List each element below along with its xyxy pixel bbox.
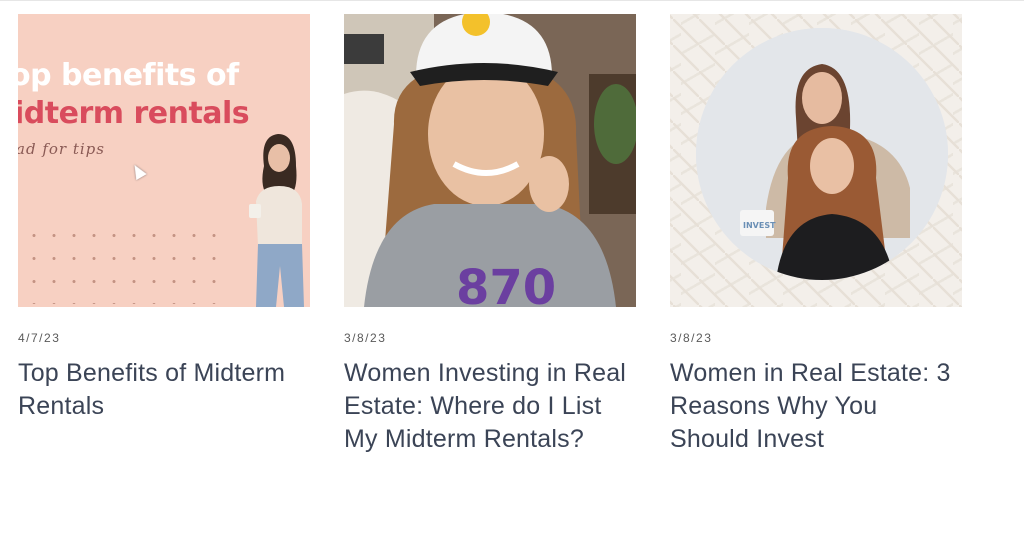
circle-photo-frame: INVEST <box>696 28 948 280</box>
post-thumbnail[interactable]: 870 <box>344 14 636 307</box>
post-date: 3/8/23 <box>670 331 713 345</box>
thumbnail-subtext: ad for tips <box>18 140 105 158</box>
cursor-arrow-icon <box>129 161 147 181</box>
post-date: 3/8/23 <box>344 331 387 345</box>
two-women-photo: INVEST <box>696 28 948 280</box>
blog-post-card[interactable]: op benefits of idterm rentals ad for tip… <box>18 14 310 456</box>
blog-post-grid: op benefits of idterm rentals ad for tip… <box>18 14 962 456</box>
post-title-link[interactable]: Top Benefits of Midterm Rentals <box>18 357 310 423</box>
post-title-link[interactable]: Women Investing in Real Estate: Where do… <box>344 357 636 456</box>
shirt-print: 870 <box>456 260 556 307</box>
blog-post-card[interactable]: 870 3/8/23 Women Investing in Real Estat… <box>344 14 636 456</box>
woman-with-mug-photo <box>249 134 304 307</box>
post-date: 4/7/23 <box>18 331 61 345</box>
post-thumbnail[interactable]: INVEST <box>670 14 962 307</box>
blog-post-card[interactable]: INVEST 3/8/23 Women in Real Estate: 3 Re… <box>670 14 962 456</box>
thumbnail-headline-line2: idterm rentals <box>18 96 250 131</box>
woman-in-cap-photo: 870 <box>344 14 636 307</box>
post-thumbnail[interactable]: op benefits of idterm rentals ad for tip… <box>18 14 310 307</box>
blog-post-grid-page: op benefits of idterm rentals ad for tip… <box>0 0 1024 552</box>
mug-print: INVEST <box>743 221 776 230</box>
post-title-link[interactable]: Women in Real Estate: 3 Reasons Why You … <box>670 357 962 456</box>
thumbnail-headline-line1: op benefits of <box>18 58 239 93</box>
dot-pattern <box>24 224 224 304</box>
